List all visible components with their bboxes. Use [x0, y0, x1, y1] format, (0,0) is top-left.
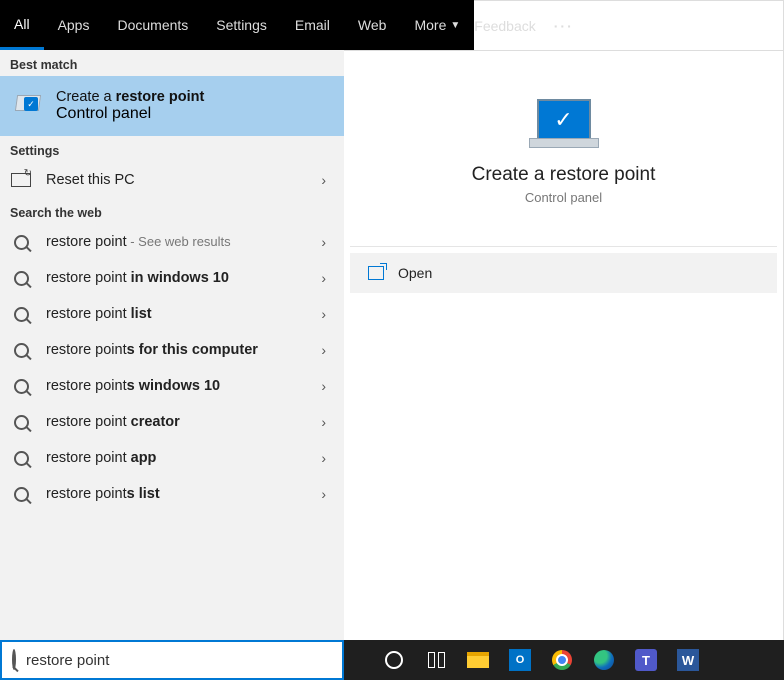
- search-icon: [10, 411, 32, 433]
- search-icon: [10, 231, 32, 253]
- best-match-title: Create a restore point: [56, 89, 204, 105]
- web-result[interactable]: restore points windows 10 ›: [0, 368, 344, 404]
- search-icon: [10, 375, 32, 397]
- system-protection-icon: ✓: [14, 95, 42, 117]
- more-options-icon[interactable]: ···: [554, 18, 574, 34]
- web-result[interactable]: restore points for this computer ›: [0, 332, 344, 368]
- search-box[interactable]: [0, 640, 344, 680]
- settings-item-label: Reset this PC: [46, 172, 135, 188]
- tab-more-label: More: [414, 17, 446, 33]
- web-result[interactable]: restore point list ›: [0, 296, 344, 332]
- monitor-shield-icon: ✓: [529, 99, 599, 148]
- search-results-pane: Best match ✓ Create a restore point Cont…: [0, 50, 784, 640]
- chevron-right-icon: ›: [321, 342, 326, 358]
- feedback-link[interactable]: Feedback: [474, 18, 535, 34]
- tab-all[interactable]: All: [0, 0, 44, 50]
- search-icon: [12, 651, 16, 669]
- tab-settings[interactable]: Settings: [202, 0, 281, 50]
- bottom-strip: O T W: [0, 640, 784, 680]
- word-icon[interactable]: W: [672, 644, 704, 676]
- outlook-icon[interactable]: O: [504, 644, 536, 676]
- best-match-header: Best match: [0, 50, 344, 76]
- search-web-header: Search the web: [0, 198, 344, 224]
- cortana-icon[interactable]: [378, 644, 410, 676]
- web-result[interactable]: restore point - See web results ›: [0, 224, 344, 260]
- chevron-down-icon: ▼: [450, 20, 460, 31]
- web-result[interactable]: restore points list ›: [0, 476, 344, 512]
- chevron-right-icon: ›: [321, 172, 326, 188]
- chevron-right-icon: ›: [321, 234, 326, 250]
- tab-more[interactable]: More ▼: [400, 0, 474, 50]
- chrome-icon[interactable]: [546, 644, 578, 676]
- best-match-item[interactable]: ✓ Create a restore point Control panel: [0, 76, 344, 136]
- search-icon: [10, 483, 32, 505]
- chevron-right-icon: ›: [321, 306, 326, 322]
- file-explorer-icon[interactable]: [462, 644, 494, 676]
- preview-subtitle: Control panel: [525, 190, 602, 205]
- chevron-right-icon: ›: [321, 450, 326, 466]
- web-result[interactable]: restore point app ›: [0, 440, 344, 476]
- edge-icon[interactable]: [588, 644, 620, 676]
- tab-documents[interactable]: Documents: [103, 0, 202, 50]
- search-icon: [10, 447, 32, 469]
- web-result[interactable]: restore point in windows 10 ›: [0, 260, 344, 296]
- open-label: Open: [398, 265, 432, 281]
- filter-bar: All Apps Documents Settings Email Web Mo…: [0, 0, 784, 50]
- tab-apps[interactable]: Apps: [44, 0, 104, 50]
- settings-header: Settings: [0, 136, 344, 162]
- preview-pane: ✓ Create a restore point Control panel O…: [344, 50, 784, 640]
- search-input[interactable]: [26, 652, 332, 669]
- tab-email[interactable]: Email: [281, 0, 344, 50]
- chevron-right-icon: ›: [321, 414, 326, 430]
- search-icon: [10, 303, 32, 325]
- task-view-icon[interactable]: [420, 644, 452, 676]
- reset-pc-icon: [10, 169, 32, 191]
- chevron-right-icon: ›: [321, 486, 326, 502]
- preview-header: ✓ Create a restore point Control panel: [350, 57, 777, 247]
- open-icon: [368, 266, 384, 280]
- open-action[interactable]: Open: [350, 253, 777, 293]
- preview-title: Create a restore point: [472, 164, 656, 186]
- chevron-right-icon: ›: [321, 270, 326, 286]
- best-match-subtitle: Control panel: [56, 105, 204, 123]
- tab-web[interactable]: Web: [344, 0, 401, 50]
- results-list: Best match ✓ Create a restore point Cont…: [0, 50, 344, 640]
- filter-tabs: All Apps Documents Settings Email Web Mo…: [0, 0, 474, 50]
- web-result[interactable]: restore point creator ›: [0, 404, 344, 440]
- search-icon: [10, 339, 32, 361]
- search-icon: [10, 267, 32, 289]
- taskbar: O T W: [344, 640, 784, 680]
- chevron-right-icon: ›: [321, 378, 326, 394]
- settings-reset-pc[interactable]: Reset this PC ›: [0, 162, 344, 198]
- teams-icon[interactable]: T: [630, 644, 662, 676]
